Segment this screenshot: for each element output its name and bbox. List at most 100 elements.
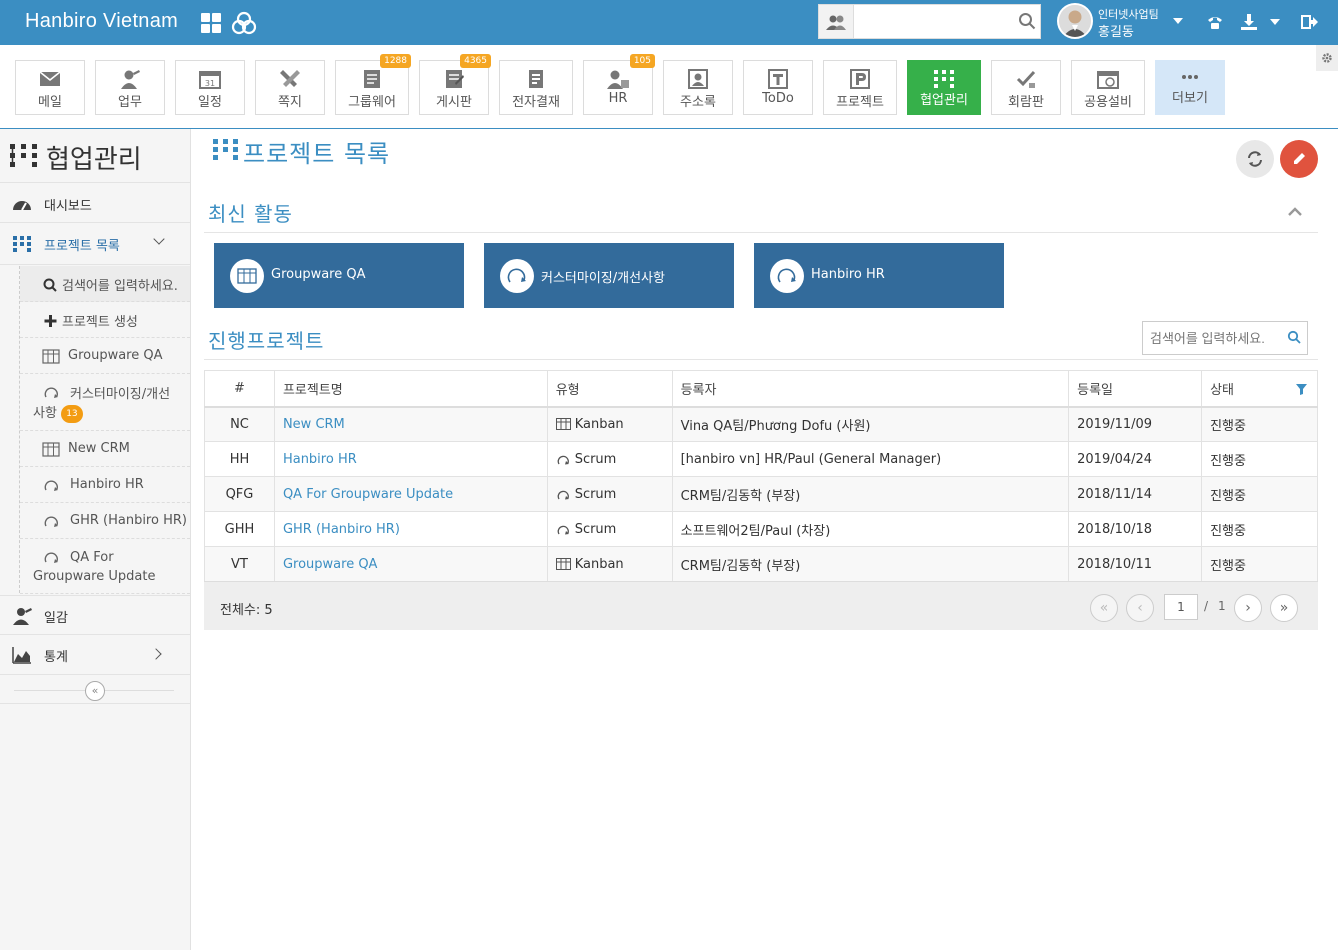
sidebar-item-project-list[interactable]: 프로젝트 목록 (0, 223, 190, 265)
sidebar-item-diary[interactable]: 일감 (0, 595, 190, 635)
apps-grid-icon[interactable] (201, 13, 221, 33)
col-project-name[interactable]: 프로젝트명 (273, 370, 548, 408)
project-owner: [hanbiro vn] HR/Paul (General Manager) (671, 441, 1070, 477)
app-task-button[interactable]: 업무 (95, 60, 165, 115)
project-link[interactable]: Groupware QA (283, 557, 378, 572)
page-total: 1 (1218, 599, 1226, 613)
project-link[interactable]: Hanbiro HR (283, 452, 357, 467)
last-page-icon[interactable]: » (1270, 594, 1298, 622)
edit-button[interactable] (1280, 140, 1318, 178)
table-row[interactable]: NC New CRM Kanban Vina QA팀/Phương Dofu (사원)… (204, 406, 1318, 442)
project-link[interactable]: QA For Groupware Update (283, 487, 453, 502)
refresh-button[interactable] (1236, 140, 1274, 178)
phone-icon[interactable] (1206, 13, 1224, 31)
app-hr-button[interactable]: HR 105 (583, 54, 655, 115)
app-facility-button[interactable]: 공용설비 (1071, 60, 1145, 115)
scrum-icon (44, 387, 58, 398)
app-circular-button[interactable]: 회람판 (991, 60, 1061, 115)
logout-icon[interactable] (1301, 13, 1319, 31)
sidebar-project-new-crm[interactable]: New CRM (20, 431, 190, 467)
filter-icon[interactable] (1296, 384, 1307, 395)
chevron-up-icon[interactable] (1287, 205, 1303, 217)
project-date: 2018/10/11 (1068, 546, 1203, 582)
app-calendar-button[interactable]: 31 일정 (175, 60, 245, 115)
col-type[interactable]: 유형 (546, 370, 673, 408)
sidebar-item-dashboard[interactable]: 대시보드 (0, 183, 190, 223)
first-page-icon[interactable]: « (1090, 594, 1118, 622)
sidebar-item-stats[interactable]: 통계 (0, 635, 190, 675)
col-owner[interactable]: 등록자 (671, 370, 1070, 408)
kanban-icon (230, 259, 264, 293)
sidebar-create-project[interactable]: 프로젝트 생성 (20, 302, 190, 338)
app-contacts-button[interactable]: 주소록 (663, 60, 733, 115)
circular-icon (1016, 70, 1036, 88)
search-icon[interactable] (1018, 12, 1036, 30)
sidebar-project-groupware-qa[interactable]: Groupware QA (20, 338, 190, 374)
app-board-button[interactable]: 게시판 4365 (419, 54, 491, 115)
app-project-button[interactable]: 프로젝트 (823, 60, 897, 115)
mail-icon (39, 71, 61, 86)
project-type: Scrum (546, 441, 673, 477)
user-menu-caret-icon[interactable] (1173, 18, 1183, 24)
global-search-input[interactable] (855, 5, 1015, 38)
sidebar-search[interactable]: 검색어를 입력하세요. (20, 266, 190, 302)
main-content: 프로젝트 목록 최신 활동 Groupware QA 커스터마이징/개선사항 H… (192, 129, 1338, 950)
scrum-icon (44, 516, 58, 527)
more-icon (1182, 75, 1198, 79)
contacts-icon (688, 69, 708, 89)
download-caret-icon[interactable] (1270, 19, 1280, 25)
download-icon[interactable] (1240, 13, 1258, 31)
page-input[interactable]: 1 (1164, 594, 1198, 620)
scrum-icon (500, 259, 534, 293)
chevron-right-icon[interactable] (150, 648, 162, 660)
project-table: # 프로젝트명 유형 등록자 등록일 상태 NC New CRM Kanban Vin… (204, 370, 1318, 582)
col-status[interactable]: 상태 (1201, 370, 1318, 408)
scrum-icon (557, 455, 569, 465)
board-badge: 4365 (460, 54, 491, 68)
sidebar-project-hanbiro-hr[interactable]: Hanbiro HR (20, 467, 190, 503)
app-todo-button[interactable]: ToDo (743, 60, 813, 115)
user-name[interactable]: 홍길동 (1098, 21, 1134, 40)
sidebar-project-ghr[interactable]: GHR (Hanbiro HR) (20, 503, 190, 539)
search-icon (43, 278, 57, 292)
table-row[interactable]: QFG QA For Groupware Update Scrum CRM팀/김동학 … (204, 476, 1318, 512)
user-avatar[interactable] (1057, 3, 1093, 39)
col-date[interactable]: 등록일 (1068, 370, 1203, 408)
prev-page-icon[interactable]: ‹ (1126, 594, 1154, 622)
project-link[interactable]: GHR (Hanbiro HR) (283, 522, 400, 537)
table-row[interactable]: VT Groupware QA Kanban CRM팀/김동학 (부장) 2018/10… (204, 546, 1318, 582)
area-chart-icon (12, 647, 31, 664)
project-type: Kanban (546, 546, 673, 582)
table-row[interactable]: HH Hanbiro HR Scrum [hanbiro vn] HR/Paul (G… (204, 441, 1318, 477)
search-icon[interactable] (1287, 330, 1301, 344)
table-row[interactable]: GHH GHR (Hanbiro HR) Scrum 소프트웨어2팀/Paul (차장… (204, 511, 1318, 547)
recent-card-groupware-qa[interactable]: Groupware QA (214, 243, 464, 308)
sidebar-project-customizing[interactable]: 커스터마이징/개선 사항 13 (20, 374, 190, 431)
sidebar-search-placeholder[interactable]: 검색어를 입력하세요. (62, 275, 178, 294)
brand-name[interactable]: Hanbiro Vietnam (25, 10, 178, 33)
recent-card-hanbiro-hr[interactable]: Hanbiro HR (754, 243, 1004, 308)
chevron-down-icon[interactable] (153, 233, 165, 245)
app-collab-button[interactable]: 협업관리 (907, 60, 981, 115)
app-mail-button[interactable]: 메일 (15, 60, 85, 115)
hanbiro-logo-icon[interactable] (231, 10, 257, 36)
settings-gear-icon[interactable] (1316, 45, 1338, 71)
app-groupware-button[interactable]: 그룹웨어 1288 (335, 54, 411, 115)
recent-card-customizing[interactable]: 커스터마이징/개선사항 (484, 243, 734, 308)
project-link[interactable]: New CRM (283, 417, 345, 432)
project-search-input[interactable] (1143, 322, 1283, 354)
user-team[interactable]: 인터넷사업팀 (1098, 6, 1159, 22)
collapse-sidebar-icon[interactable]: « (85, 681, 105, 701)
app-approval-button[interactable]: 전자결재 (499, 60, 573, 115)
col-code[interactable]: # (204, 370, 275, 408)
ongoing-projects-title: 진행프로젝트 (208, 329, 325, 353)
app-more-button[interactable]: 더보기 (1155, 60, 1225, 115)
app-memo-button[interactable]: 쪽지 (255, 60, 325, 115)
org-chart-icon[interactable] (819, 5, 854, 38)
kanban-icon (555, 418, 571, 431)
next-page-icon[interactable]: › (1234, 594, 1262, 622)
project-owner: CRM팀/김동학 (부장) (671, 546, 1070, 582)
top-bar: Hanbiro Vietnam 인터넷사업팀 홍길동 (0, 0, 1338, 45)
scrum-icon (557, 490, 569, 500)
sidebar-project-qa-update[interactable]: QA For Groupware Update (20, 539, 190, 594)
